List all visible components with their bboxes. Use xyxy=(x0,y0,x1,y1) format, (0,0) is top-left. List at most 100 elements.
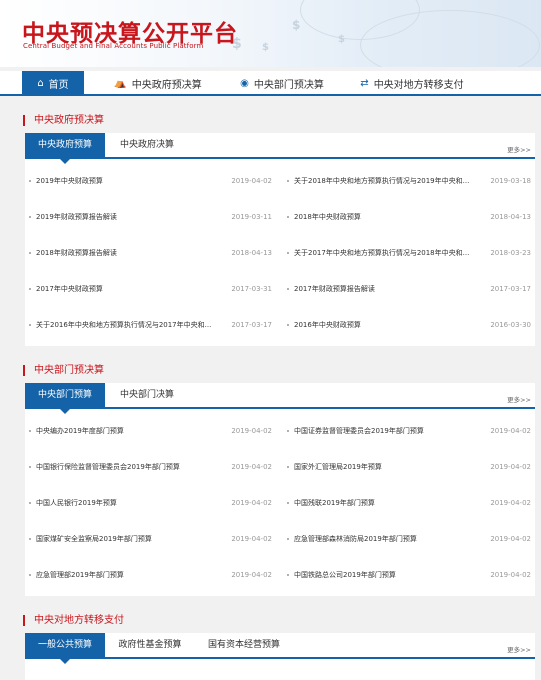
list-item[interactable]: 中央编办2019年度部门预算 2019-04-02 xyxy=(29,413,272,449)
list-item[interactable]: 2016年中央财政预算 2016-03-30 xyxy=(287,307,531,343)
list-item[interactable]: 中国银行保险监督管理委员会2019年部门预算 2019-04-02 xyxy=(29,449,272,485)
nav-item-central-dept-budget[interactable]: ◉ 中央部门预决算 xyxy=(232,71,332,96)
item-title: 中国残联2019年部门预算 xyxy=(294,499,375,507)
list-item[interactable]: 关于2016年中央和地方预算执行情况与2017年中央和... 2017-03-17 xyxy=(29,307,272,343)
list-item[interactable]: 中国铁路总公司2019年部门预算 2019-04-02 xyxy=(287,557,531,593)
coin-icon: $ xyxy=(338,34,345,45)
list-item[interactable]: 国家外汇管理局2019年预算 2019-04-02 xyxy=(287,449,531,485)
more-link[interactable]: 更多>> xyxy=(507,394,531,404)
item-title: 应急管理部2019年部门预算 xyxy=(36,571,124,579)
nav-item-central-gov-budget[interactable]: ⛺ 中央政府预决算 xyxy=(108,71,208,96)
bullet xyxy=(287,180,289,182)
list-item[interactable]: 2019年中央财政预算 2019-04-02 xyxy=(29,163,272,199)
list-item[interactable]: 2017年财政预算报告解读 2017-03-17 xyxy=(287,271,531,307)
bullet xyxy=(29,502,31,504)
bullet xyxy=(29,324,31,326)
bullet xyxy=(29,180,31,182)
list-item[interactable]: 2018年财政预算报告解读 2018-04-13 xyxy=(29,235,272,271)
home-icon: ⌂ xyxy=(37,78,44,89)
item-date: 2019-03-18 xyxy=(490,177,531,185)
section-title-central-gov: 中央政府预决算 xyxy=(23,115,104,126)
central-gov-tabbar: 中央政府预算 中央政府决算 更多>> xyxy=(25,133,535,164)
item-date: 2019-04-02 xyxy=(231,535,272,543)
bullet xyxy=(287,430,289,432)
site-header: $ $ $ $ 中央预决算公开平台 Central Budget and Fin… xyxy=(0,0,541,67)
bullet xyxy=(287,216,289,218)
item-title: 中国证券监督管理委员会2019年部门预算 xyxy=(294,427,424,435)
coin-icon: $ xyxy=(292,18,301,32)
bullet xyxy=(287,574,289,576)
list-item[interactable]: 应急管理部2019年部门预算 2019-04-02 xyxy=(29,557,272,593)
bank-icon: ⛺ xyxy=(114,78,127,89)
tab-state-capital-budget[interactable]: 国有资本经营预算 xyxy=(199,633,289,657)
list-item[interactable]: 关于2017年中央和地方预算执行情况与2018年中央和... 2018-03-23 xyxy=(287,235,531,271)
item-title: 国家煤矿安全监察局2019年部门预算 xyxy=(36,535,152,543)
more-link[interactable]: 更多>> xyxy=(507,644,531,654)
list-item[interactable]: 应急管理部森林消防局2019年部门预算 2019-04-02 xyxy=(287,521,531,557)
nav-item-transfer-payment[interactable]: ⇄ 中央对地方转移支付 xyxy=(356,71,468,96)
transfer-tabbar: 一般公共预算 政府性基金预算 国有资本经营预算 更多>> xyxy=(25,633,535,664)
list-item[interactable]: 关于2018年中央和地方预算执行情况与2019年中央和... 2019-03-18 xyxy=(287,163,531,199)
item-title: 中国铁路总公司2019年部门预算 xyxy=(294,571,396,579)
item-title: 国家外汇管理局2019年预算 xyxy=(294,463,382,471)
item-date: 2017-03-17 xyxy=(231,321,272,329)
nav-item-home[interactable]: ⌂ 首页 xyxy=(22,71,84,96)
bullet xyxy=(29,466,31,468)
nav-item-label: 中央政府预决算 xyxy=(131,80,202,91)
item-title: 中国银行保险监督管理委员会2019年部门预算 xyxy=(36,463,180,471)
bullet xyxy=(287,252,289,254)
item-date: 2019-04-02 xyxy=(231,571,272,579)
tab-central-dept-final[interactable]: 中央部门决算 xyxy=(107,383,187,407)
section-title-transfer: 中央对地方转移支付 xyxy=(23,615,124,626)
globe-icon: ◉ xyxy=(240,78,249,89)
list-item[interactable]: 2018年中央财政预算 2018-04-13 xyxy=(287,199,531,235)
list-item[interactable]: 中国人民银行2019年预算 2019-04-02 xyxy=(29,485,272,521)
item-date: 2019-04-02 xyxy=(490,427,531,435)
item-date: 2016-03-30 xyxy=(490,321,531,329)
item-title: 关于2016年中央和地方预算执行情况与2017年中央和... xyxy=(36,321,212,329)
item-date: 2019-04-02 xyxy=(490,535,531,543)
transfer-panel: 一般公共预算 政府性基金预算 国有资本经营预算 更多>> xyxy=(25,633,535,680)
bullet xyxy=(287,502,289,504)
main-nav: ⌂ 首页 ⛺ 中央政府预决算 ◉ 中央部门预决算 ⇄ 中央对地方转移支付 xyxy=(0,71,541,96)
item-date: 2018-04-13 xyxy=(231,249,272,257)
transfer-icon: ⇄ xyxy=(360,78,369,89)
item-title: 2018年财政预算报告解读 xyxy=(36,249,117,257)
item-date: 2019-04-02 xyxy=(490,499,531,507)
list-item[interactable]: 中国残联2019年部门预算 2019-04-02 xyxy=(287,485,531,521)
bullet xyxy=(29,430,31,432)
item-title: 中央编办2019年度部门预算 xyxy=(36,427,124,435)
tab-general-public-budget[interactable]: 一般公共预算 xyxy=(25,633,105,664)
item-date: 2018-04-13 xyxy=(490,213,531,221)
item-title: 关于2018年中央和地方预算执行情况与2019年中央和... xyxy=(294,177,470,185)
list-item[interactable]: 中国证券监督管理委员会2019年部门预算 2019-04-02 xyxy=(287,413,531,449)
tab-central-gov-final[interactable]: 中央政府决算 xyxy=(107,133,187,157)
item-title: 2017年财政预算报告解读 xyxy=(294,285,375,293)
item-title: 应急管理部森林消防局2019年部门预算 xyxy=(294,535,417,543)
nav-item-label: 首页 xyxy=(48,80,69,91)
list-item[interactable]: 国家煤矿安全监察局2019年部门预算 2019-04-02 xyxy=(29,521,272,557)
section-title-central-dept: 中央部门预决算 xyxy=(23,365,104,376)
tab-government-fund-budget[interactable]: 政府性基金预算 xyxy=(109,633,191,657)
item-date: 2019-04-02 xyxy=(231,427,272,435)
tab-central-dept-budget[interactable]: 中央部门预算 xyxy=(25,383,105,414)
item-date: 2019-04-02 xyxy=(231,499,272,507)
bullet xyxy=(29,216,31,218)
item-date: 2019-04-02 xyxy=(231,177,272,185)
item-title: 2019年财政预算报告解读 xyxy=(36,213,117,221)
bullet xyxy=(29,574,31,576)
item-date: 2017-03-17 xyxy=(490,285,531,293)
list-item[interactable]: 2017年中央财政预算 2017-03-31 xyxy=(29,271,272,307)
item-date: 2019-04-02 xyxy=(490,463,531,471)
item-date: 2019-03-11 xyxy=(231,213,272,221)
item-date: 2018-03-23 xyxy=(490,249,531,257)
item-date: 2017-03-31 xyxy=(231,285,272,293)
item-title: 中国人民银行2019年预算 xyxy=(36,499,117,507)
tab-central-gov-budget[interactable]: 中央政府预算 xyxy=(25,133,105,164)
item-title: 关于2017年中央和地方预算执行情况与2018年中央和... xyxy=(294,249,470,257)
more-link[interactable]: 更多>> xyxy=(507,144,531,154)
list-item[interactable]: 2019年财政预算报告解读 2019-03-11 xyxy=(29,199,272,235)
item-date: 2019-04-02 xyxy=(231,463,272,471)
item-title: 2017年中央财政预算 xyxy=(36,285,103,293)
item-title: 2018年中央财政预算 xyxy=(294,213,361,221)
